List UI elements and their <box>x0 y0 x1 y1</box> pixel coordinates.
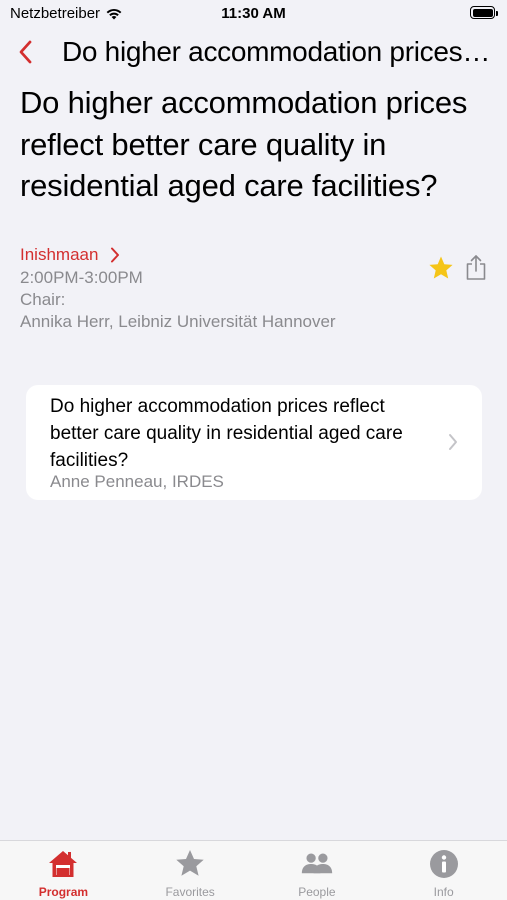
tab-label: Favorites <box>165 885 215 899</box>
battery-icon <box>470 6 498 19</box>
session-title: Do higher accommodation prices reflect b… <box>20 85 468 203</box>
status-bar: Netzbetreiber 11:30 AM <box>0 0 507 28</box>
chevron-right-icon <box>449 434 457 450</box>
room-link[interactable]: Inishmaan <box>20 245 120 265</box>
back-button[interactable] <box>12 38 38 66</box>
home-icon <box>49 851 78 877</box>
room-name: Inishmaan <box>20 245 99 264</box>
nav-title: Do higher accommodation prices reflect b… <box>62 36 493 67</box>
favorite-star-icon[interactable] <box>427 254 455 282</box>
chair-name: Annika Herr, Leibniz Universität Hannove… <box>20 312 336 331</box>
session-time: 2:00PM-3:00PM <box>20 268 143 287</box>
presentation-presenter: Anne Penneau, IRDES <box>50 472 224 491</box>
navigation-bar: Do higher accommodation prices reflect b… <box>0 28 507 74</box>
info-icon <box>429 850 458 878</box>
tab-program[interactable]: Program <box>0 841 127 900</box>
share-icon[interactable] <box>464 254 488 282</box>
chair-label: Chair: <box>20 290 66 309</box>
status-time: 11:30 AM <box>221 5 286 22</box>
tab-info[interactable]: Info <box>380 841 507 900</box>
tab-favorites[interactable]: Favorites <box>127 841 254 900</box>
presentation-card[interactable]: Do higher accommodation prices reflect b… <box>26 385 482 500</box>
presentation-title: Do higher accommodation prices reflect b… <box>50 396 403 471</box>
people-icon <box>301 853 333 874</box>
tab-label: Program <box>38 885 89 899</box>
tab-bar: Program Favorites People Info <box>0 840 507 900</box>
tab-label: Info <box>433 885 454 899</box>
chevron-right-icon <box>111 247 120 263</box>
star-icon <box>176 850 204 876</box>
chevron-left-icon <box>19 40 32 64</box>
tab-people[interactable]: People <box>254 841 381 900</box>
tab-label: People <box>298 885 336 899</box>
